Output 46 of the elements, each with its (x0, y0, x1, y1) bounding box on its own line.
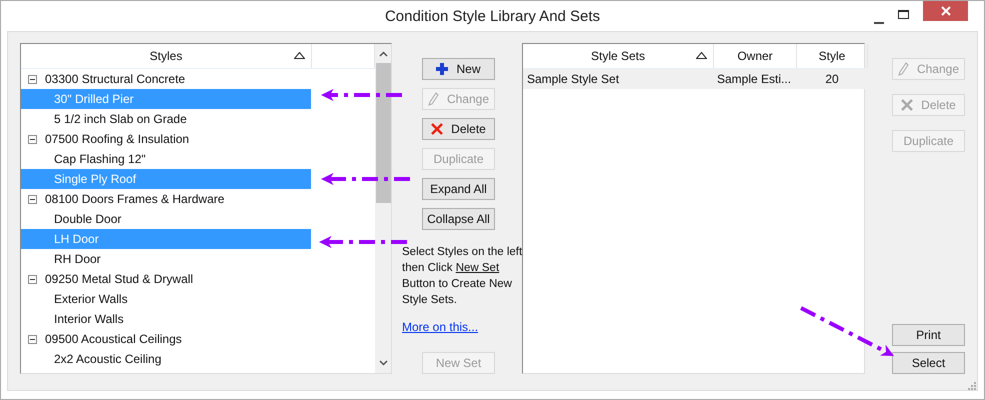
collapse-icon[interactable] (28, 134, 37, 144)
scroll-down-icon[interactable] (378, 360, 388, 366)
column-header[interactable]: Styles (21, 44, 312, 68)
collapse-icon[interactable] (28, 274, 37, 284)
window-title: Condition Style Library And Sets (384, 8, 600, 24)
column-header[interactable]: Style (797, 44, 868, 68)
tree-item[interactable]: Cap Flashing 12" (21, 149, 311, 169)
column-header[interactable]: Owner (714, 44, 797, 68)
table-row[interactable]: Sample Style Set Sample Esti... 20 (523, 69, 865, 89)
tree-item[interactable]: 09500 Acoustical Ceilings (21, 329, 375, 349)
button[interactable]: Print (892, 324, 965, 346)
pencil-icon (898, 62, 909, 76)
tree-item[interactable]: 03300 Structural Concrete (21, 69, 375, 89)
tree-item[interactable]: Double Door (21, 209, 311, 229)
tree-item[interactable]: 08100 Doors Frames & Hardware (21, 189, 375, 209)
cross-icon (431, 123, 444, 135)
close-icon (940, 6, 950, 16)
pencil-icon (428, 92, 439, 106)
tree-item[interactable]: 2x2 Acoustic Ceiling (21, 349, 311, 369)
button[interactable]: Collapse All (422, 208, 495, 230)
resize-grip-icon[interactable] (968, 382, 976, 390)
button[interactable]: Select (892, 352, 965, 374)
column-header[interactable]: Style Sets (523, 44, 714, 68)
cross-icon (901, 99, 914, 111)
button[interactable]: Expand All (422, 178, 495, 200)
collapse-icon[interactable] (28, 334, 37, 344)
close-button[interactable] (923, 1, 968, 21)
tree-item[interactable]: Interior Walls (21, 309, 311, 329)
more-link[interactable]: More on this... (402, 320, 478, 334)
tree-item[interactable]: 09250 Metal Stud & Drywall (21, 269, 375, 289)
scrollbar[interactable] (375, 44, 391, 373)
tree-item[interactable]: 5 1/2 inch Slab on Grade (21, 109, 311, 129)
tree-item[interactable]: 07500 Roofing & Insulation (21, 129, 375, 149)
table-cell-text: 20 (824, 71, 840, 88)
collapse-icon[interactable] (28, 74, 37, 84)
button[interactable]: Delete (422, 118, 495, 140)
collapse-icon[interactable] (28, 194, 37, 204)
instruction-text: Select Styles on the left then Click New Set Button to Create New Style Sets. (402, 245, 524, 308)
maximize-icon[interactable] (898, 10, 909, 19)
plus-icon (436, 63, 448, 75)
scroll-up-icon[interactable] (378, 51, 388, 57)
tree-item[interactable]: Exterior Walls (21, 289, 311, 309)
table-cell-text: Sample Style Set (526, 71, 620, 88)
tree-item[interactable]: RH Door (21, 249, 311, 269)
table-cell-text: Sample Esti... (716, 71, 792, 88)
button[interactable]: New (422, 58, 495, 80)
